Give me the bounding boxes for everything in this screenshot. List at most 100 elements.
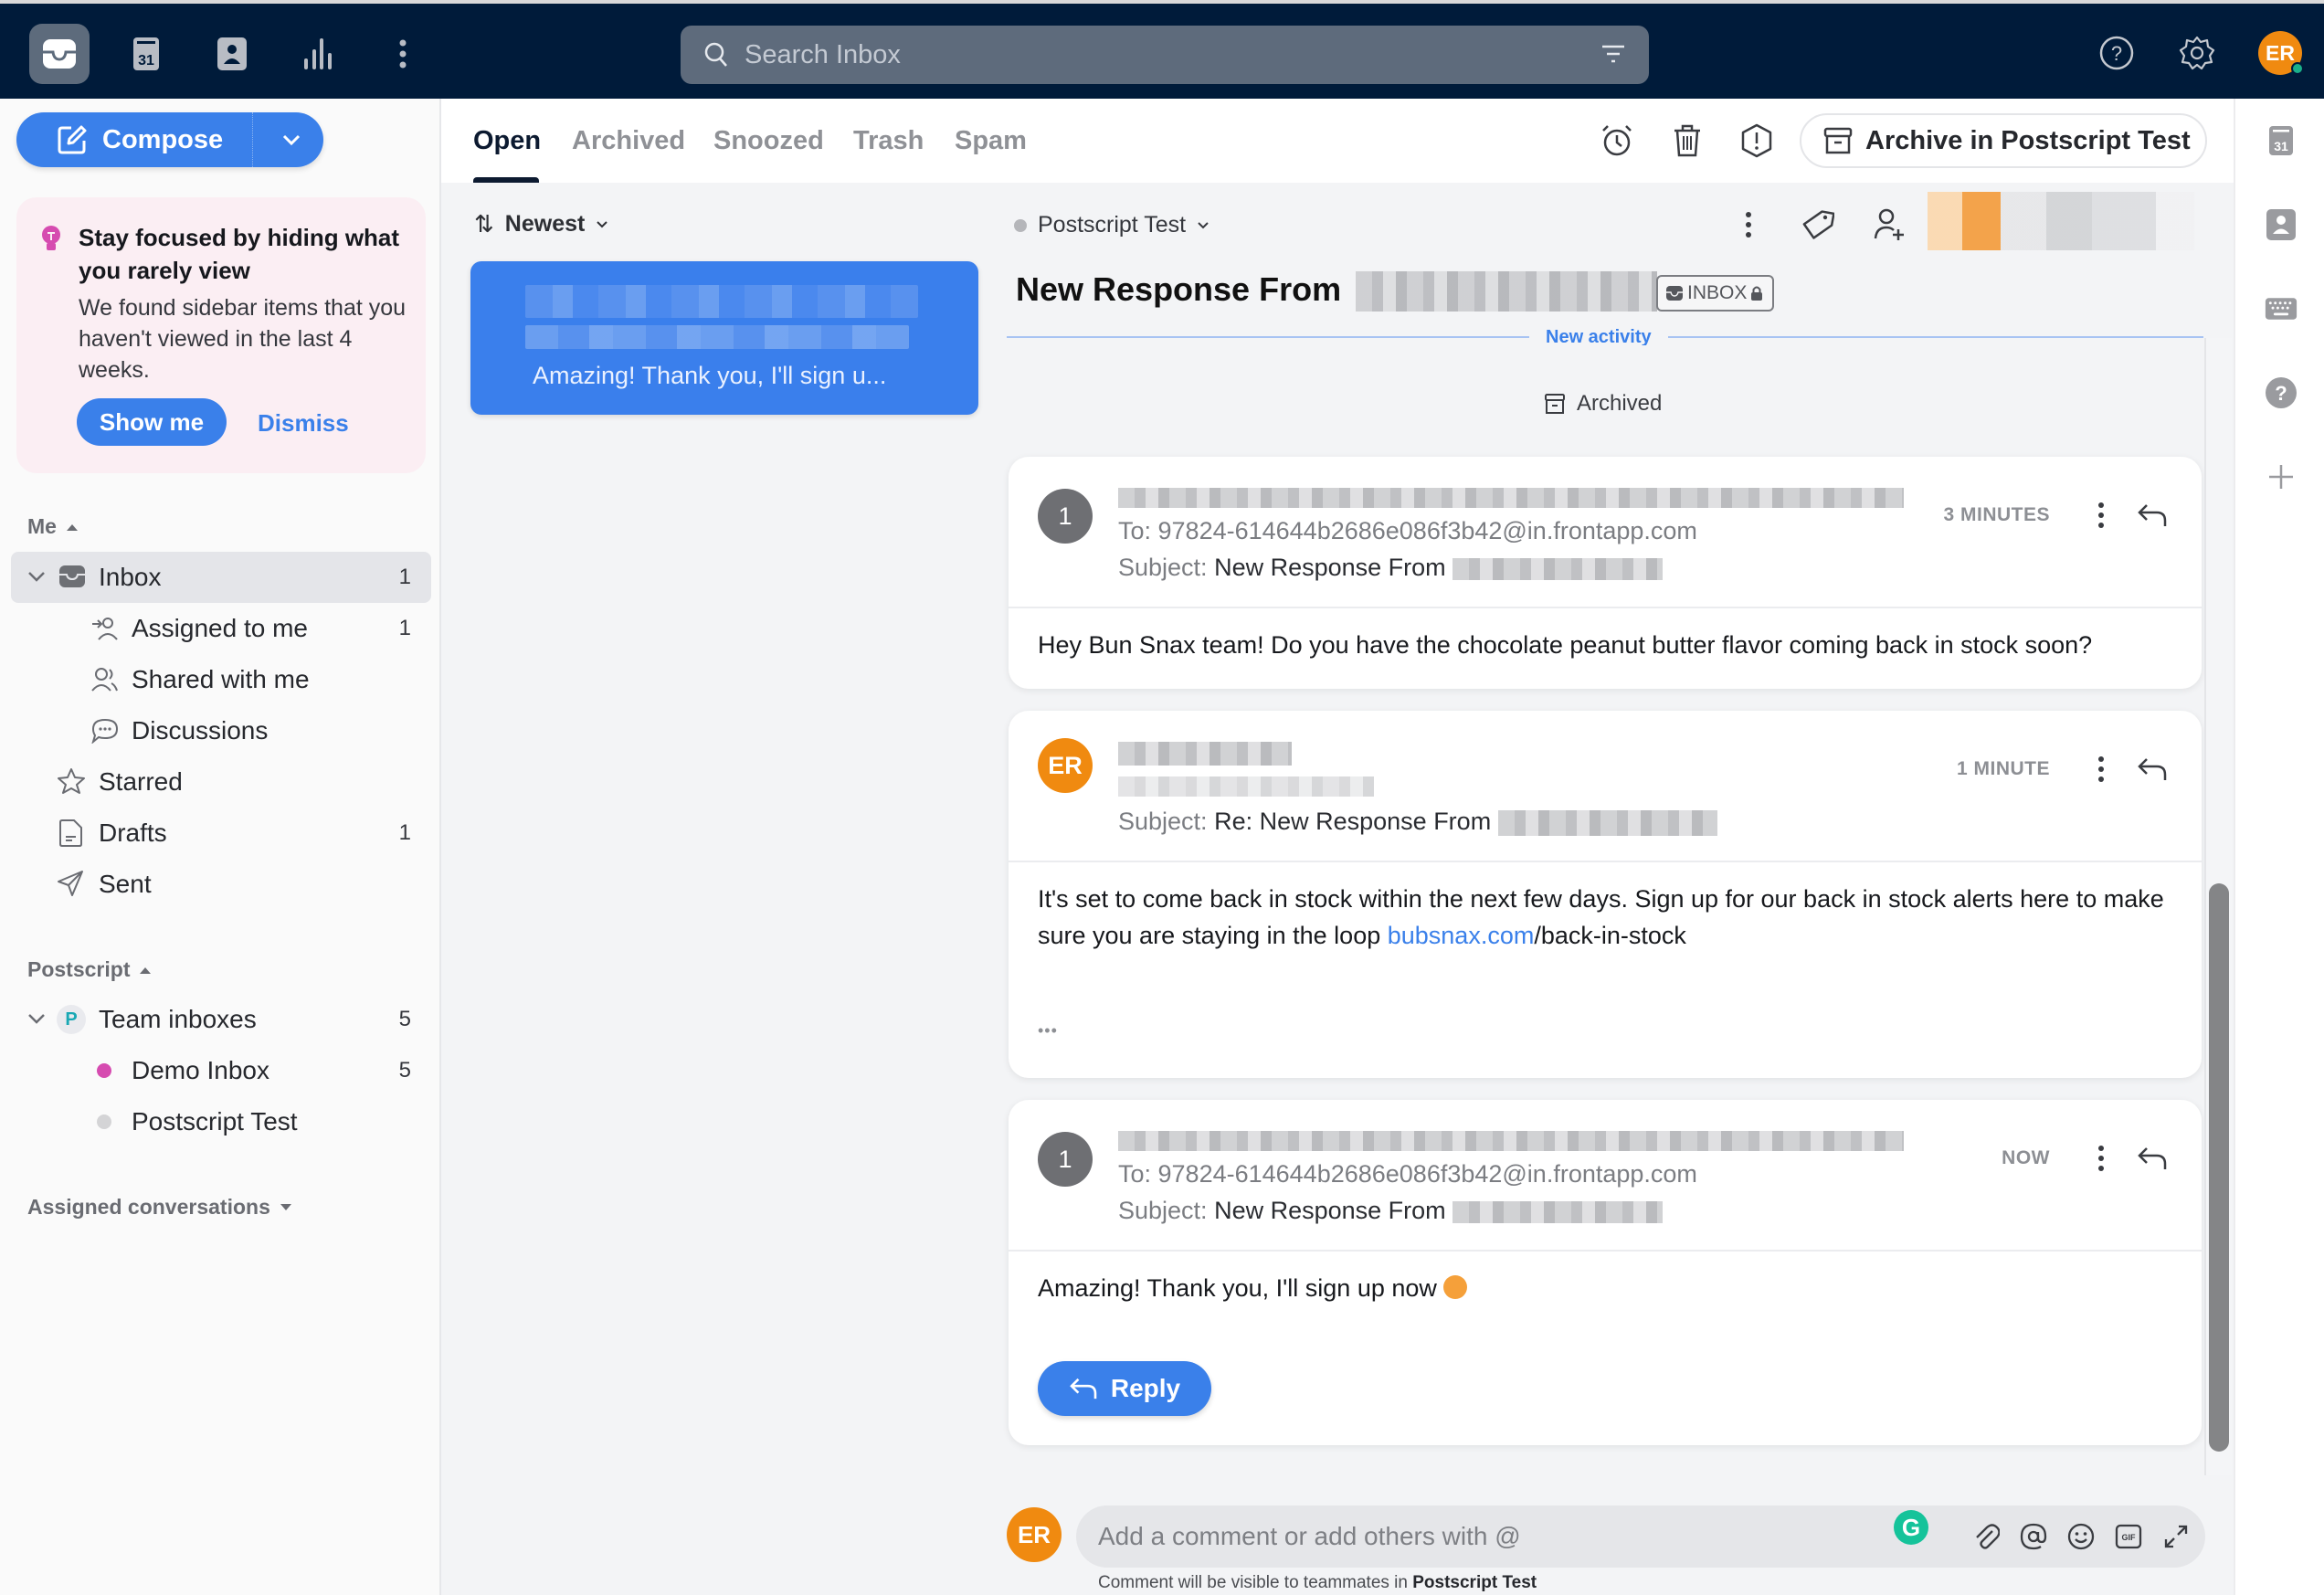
message-reply-button[interactable] — [2134, 1140, 2171, 1177]
sidebar-item-shared-with-me[interactable]: Shared with me — [11, 654, 431, 705]
message-link[interactable]: bubsnax.com — [1388, 922, 1535, 949]
sidebar-tip-card: Stay focused by hiding what you rarely v… — [16, 197, 426, 473]
show-quoted-text-button[interactable]: ••• — [1038, 1021, 1058, 1040]
sender-avatar: 1 — [1038, 1132, 1093, 1187]
conversation-more-button[interactable] — [1730, 206, 1767, 243]
team-badge: P — [57, 1005, 86, 1034]
redacted-sender — [525, 285, 918, 318]
section-postscript-header[interactable]: Postscript — [27, 957, 152, 982]
sidebar-item-label: Drafts — [99, 819, 167, 847]
message-card[interactable]: ER Subject: Re: New Response From 1 MINU… — [1009, 711, 2202, 1078]
sidebar-item-demo-inbox[interactable]: Demo Inbox 5 — [11, 1045, 431, 1096]
redacted-subject — [525, 325, 909, 349]
inbox-tag[interactable]: INBOX — [1656, 275, 1775, 312]
sidebar-item-assigned-to-me[interactable]: Assigned to me 1 — [11, 603, 431, 654]
tag-button[interactable] — [1800, 206, 1836, 243]
spam-button[interactable] — [1738, 122, 1775, 159]
tab-snoozed[interactable]: Snoozed — [713, 126, 824, 156]
section-assigned-conversations-header[interactable]: Assigned conversations — [27, 1195, 292, 1220]
rail-shortcuts-button[interactable] — [2265, 292, 2298, 325]
dismiss-button[interactable]: Dismiss — [258, 409, 349, 438]
sidebar-item-team-inboxes[interactable]: P Team inboxes 5 — [11, 994, 431, 1045]
rail-help-button[interactable]: ? — [2265, 376, 2298, 409]
lock-icon — [1751, 286, 1763, 301]
sidebar-item-drafts[interactable]: Drafts 1 — [11, 808, 431, 859]
conversation-list-item[interactable]: Amazing! Thank you, I'll sign u... — [470, 261, 978, 415]
tab-spam[interactable]: Spam — [955, 126, 1027, 156]
reply-button[interactable]: Reply — [1038, 1361, 1211, 1416]
message-card[interactable]: 1 To: 97824-614644b2686e086f3b42@in.fron… — [1009, 457, 2202, 689]
chevron-down-icon[interactable] — [27, 1012, 46, 1025]
trash-button[interactable] — [1669, 122, 1706, 159]
grammarly-icon[interactable]: G — [1894, 1510, 1928, 1545]
search-icon — [704, 42, 727, 67]
emoji-button[interactable] — [2065, 1520, 2097, 1553]
redacted-to-address — [1118, 776, 1374, 797]
assign-button[interactable] — [1871, 206, 1907, 243]
calendar-app-button[interactable]: 31 — [116, 24, 176, 84]
rail-contacts-button[interactable] — [2265, 208, 2298, 241]
message-more-button[interactable] — [2092, 1140, 2110, 1177]
tab-archived[interactable]: Archived — [572, 126, 685, 156]
sidebar-item-postscript-test[interactable]: Postscript Test — [11, 1096, 431, 1147]
rail-add-button[interactable] — [2265, 460, 2298, 493]
mention-button[interactable] — [2017, 1520, 2050, 1553]
reply-arrow-icon — [2138, 1147, 2167, 1169]
sort-dropdown[interactable]: ⇅ Newest — [474, 210, 608, 238]
message-body: It's set to come back in stock within th… — [1038, 885, 2164, 949]
section-me-header[interactable]: Me — [27, 514, 79, 539]
alarm-clock-icon — [1602, 125, 1632, 156]
attach-button[interactable] — [1970, 1520, 2002, 1553]
inbox-icon — [1666, 286, 1683, 301]
inbox-selector[interactable]: Postscript Test — [1014, 212, 1210, 238]
compose-label: Compose — [102, 124, 224, 154]
sidebar-item-inbox[interactable]: Inbox 1 — [11, 552, 431, 603]
message-timestamp: 3 MINUTES — [1943, 504, 2050, 525]
gif-button[interactable]: GIF — [2112, 1520, 2145, 1553]
contacts-app-button[interactable] — [202, 24, 262, 84]
help-button[interactable]: ? — [2098, 35, 2135, 71]
chevron-down-icon[interactable] — [27, 570, 46, 583]
redacted-assignee[interactable] — [1928, 192, 2194, 250]
show-me-button[interactable]: Show me — [77, 398, 227, 446]
tab-open[interactable]: Open — [473, 126, 541, 156]
message-reply-button[interactable] — [2134, 751, 2171, 787]
message-body: Hey Bun Snax team! Do you have the choco… — [1038, 631, 2093, 659]
message-from — [1118, 482, 1904, 511]
compose-button[interactable]: Compose — [16, 112, 323, 167]
more-apps-button[interactable] — [373, 24, 433, 84]
top-bar: 31 ? ER — [0, 0, 2324, 99]
analytics-app-button[interactable] — [288, 24, 348, 84]
message-more-button[interactable] — [2092, 497, 2110, 533]
snooze-button[interactable] — [1599, 122, 1635, 159]
filter-icon[interactable] — [1601, 44, 1625, 66]
chevron-down-icon[interactable] — [281, 132, 301, 147]
expand-composer-button[interactable] — [2160, 1520, 2192, 1553]
sidebar-item-label: Shared with me — [132, 665, 310, 693]
archive-box-icon — [1823, 127, 1853, 154]
smiley-emoji-icon — [1443, 1275, 1468, 1299]
expand-icon — [2164, 1525, 2188, 1548]
tab-trash[interactable]: Trash — [853, 126, 924, 156]
sidebar-item-discussions[interactable]: Discussions — [11, 705, 431, 756]
settings-button[interactable] — [2179, 35, 2215, 71]
sidebar-item-sent[interactable]: Sent — [11, 859, 431, 910]
comment-visibility-hint: Comment will be visible to teammates in … — [1098, 1573, 1537, 1592]
svg-text:?: ? — [2275, 382, 2287, 405]
message-reply-button[interactable] — [2134, 497, 2171, 533]
sidebar-item-starred[interactable]: Starred — [11, 756, 431, 808]
compose-icon — [58, 125, 87, 154]
archive-in-inbox-button[interactable]: Archive in Postscript Test — [1800, 113, 2207, 168]
message-card[interactable]: 1 To: 97824-614644b2686e086f3b42@in.fron… — [1009, 1100, 2202, 1445]
message-more-button[interactable] — [2092, 751, 2110, 787]
inbox-app-button[interactable] — [29, 24, 90, 84]
inbox-icon — [43, 39, 76, 69]
sender-avatar: 1 — [1038, 489, 1093, 544]
rail-calendar-button[interactable]: 31 — [2265, 124, 2298, 157]
search-input[interactable] — [745, 39, 1601, 70]
tip-title: Stay focused by hiding what you rarely v… — [79, 224, 400, 284]
search-bar[interactable] — [681, 26, 1649, 84]
inbox-color-dot — [1014, 218, 1027, 232]
thread-scrollbar-thumb[interactable] — [2209, 883, 2229, 1452]
sidebar-item-label: Discussions — [132, 716, 269, 745]
